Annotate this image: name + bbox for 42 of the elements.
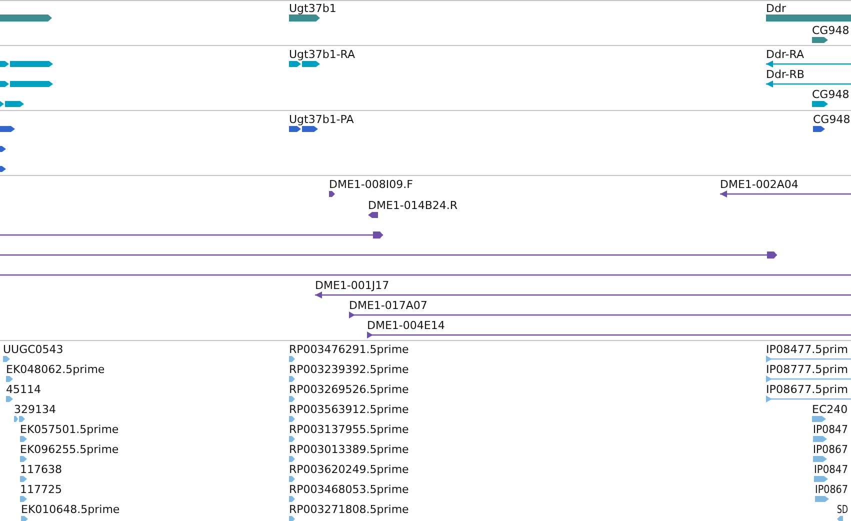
feature-label: IP08477.5prim <box>766 343 847 356</box>
feature-label: SD <box>837 503 851 516</box>
feature-label: EK048062.5prime <box>6 363 105 376</box>
feature-label: EK096255.5prime <box>20 443 119 456</box>
feature-label: RP003013389.5prime <box>289 443 409 456</box>
feature-label: RP003476291.5prime <box>289 343 409 356</box>
feature-label: IP0847 <box>813 423 851 436</box>
feature-label: DME1-014B24.R <box>368 199 458 212</box>
feature-label: Ddr-RA <box>766 48 804 61</box>
feature-label: EK057501.5prime <box>20 423 119 436</box>
feature-label: CG948 <box>812 24 850 37</box>
feature-label: 329134 <box>14 403 56 416</box>
feature-label: IP08677.5prim <box>766 383 847 396</box>
feature-label: Ugt37b1-PA <box>289 113 354 126</box>
feature-label: CG948 <box>812 88 850 101</box>
feature-label: RP003620249.5prime <box>289 463 409 476</box>
feature-label: 45114 <box>6 383 41 396</box>
feature-label: IP0867 <box>815 483 851 496</box>
feature-label: RP003271808.5prime <box>289 503 409 516</box>
feature-label: DME1-008I09.F <box>329 178 413 191</box>
feature-label: Ugt37b1-RA <box>289 48 356 61</box>
feature-label: Ddr <box>766 2 786 15</box>
feature-label: EC240 <box>812 403 848 416</box>
feature-label: CG948 <box>813 113 850 126</box>
feature-label: 117638 <box>20 463 62 476</box>
feature-label: DME1-004E14 <box>367 319 445 332</box>
feature-label: IP0867 <box>813 443 851 456</box>
feature-label: RP003468053.5prime <box>289 483 409 496</box>
feature-label: DME1-002A04 <box>720 178 798 191</box>
feature-label: Ddr-RB <box>766 68 804 81</box>
feature-label: IP0847 <box>814 463 851 476</box>
feature-label: RP003137955.5prime <box>289 423 409 436</box>
feature-label: RP003239392.5prime <box>289 363 409 376</box>
feature-label: RP003563912.5prime <box>289 403 409 416</box>
feature-label: UUGC0543 <box>3 343 64 356</box>
feature-label: 117725 <box>20 483 62 496</box>
feature-label: EK010648.5prime <box>21 503 120 516</box>
feature-label: IP08777.5prim <box>766 363 847 376</box>
feature-label: DME1-017A07 <box>349 299 428 312</box>
feature-label: Ugt37b1 <box>289 2 336 15</box>
feature-label: RP003269526.5prime <box>289 383 409 396</box>
feature-label: DME1-001J17 <box>315 279 390 292</box>
